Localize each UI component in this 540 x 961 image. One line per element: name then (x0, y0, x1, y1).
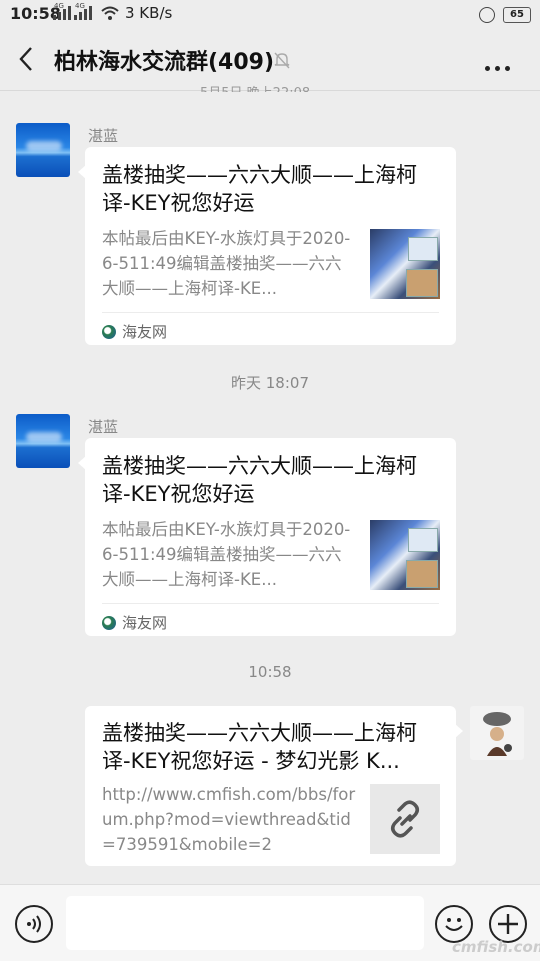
mute-bell-icon (274, 52, 290, 69)
watermark: cmfish.com (452, 938, 540, 956)
link-url: http://www.cmfish.com/bbs/forum.php?mod=… (102, 785, 356, 854)
signal-icon-2 (74, 6, 92, 20)
article-title: 盖楼抽奖——六六大顺——上海柯译-KEY祝您好运 (102, 163, 417, 215)
network-speed: 3 KB/s (125, 4, 173, 22)
battery-indicator: 65 (503, 7, 531, 23)
sender-name: 湛蓝 (88, 418, 119, 436)
signal-icon-1 (53, 6, 71, 20)
chat-title: 柏林海水交流群(409) (54, 50, 275, 75)
message-input[interactable] (66, 896, 424, 950)
sender-name: 湛蓝 (88, 127, 119, 145)
article-source: 海友网 (102, 312, 439, 342)
source-icon (102, 615, 116, 630)
article-description: 本帖最后由KEY-水族灯具于2020-6-511:49编辑盖楼抽奖——六六大顺—… (102, 520, 351, 589)
timestamp: 昨天 18:07 (231, 374, 309, 392)
self-avatar[interactable] (470, 706, 524, 760)
source-icon (102, 324, 116, 339)
timestamp: 10:58 (248, 663, 292, 681)
article-title: 盖楼抽奖——六六大顺——上海柯译-KEY祝您好运 (102, 454, 417, 506)
article-thumbnail (370, 229, 440, 299)
voice-icon[interactable] (15, 905, 53, 943)
back-arrow-icon[interactable] (12, 44, 42, 74)
shared-article-card[interactable]: 盖楼抽奖——六六大顺——上海柯译-KEY祝您好运 本帖最后由KEY-水族灯具于2… (78, 147, 456, 345)
avatar[interactable] (16, 123, 70, 177)
status-bar: 10:58 4G 4G 3 KB/s 65 (0, 0, 540, 28)
source-name: 海友网 (122, 614, 168, 632)
avatar[interactable] (16, 414, 70, 468)
wifi-icon (101, 6, 119, 20)
link-thumbnail (370, 784, 440, 854)
article-thumbnail (370, 520, 440, 590)
article-source: 海友网 (102, 603, 439, 633)
shared-link-card[interactable]: 盖楼抽奖——六六大顺——上海柯译-KEY祝您好运 - 梦幻光影 K... htt… (85, 706, 463, 866)
shared-article-card[interactable]: 盖楼抽奖——六六大顺——上海柯译-KEY祝您好运 本帖最后由KEY-水族灯具于2… (78, 438, 456, 636)
link-icon (391, 800, 419, 838)
more-icon[interactable] (485, 56, 519, 71)
clipped-timestamp: 5月5日 晚上22:08 (200, 82, 310, 92)
rotation-lock-icon (479, 7, 495, 23)
article-description: 本帖最后由KEY-水族灯具于2020-6-511:49编辑盖楼抽奖——六六大顺—… (102, 229, 351, 298)
link-title: 盖楼抽奖——六六大顺——上海柯译-KEY祝您好运 - 梦幻光影 K... (102, 721, 417, 773)
avatar-figure (483, 712, 512, 756)
source-name: 海友网 (122, 323, 168, 341)
